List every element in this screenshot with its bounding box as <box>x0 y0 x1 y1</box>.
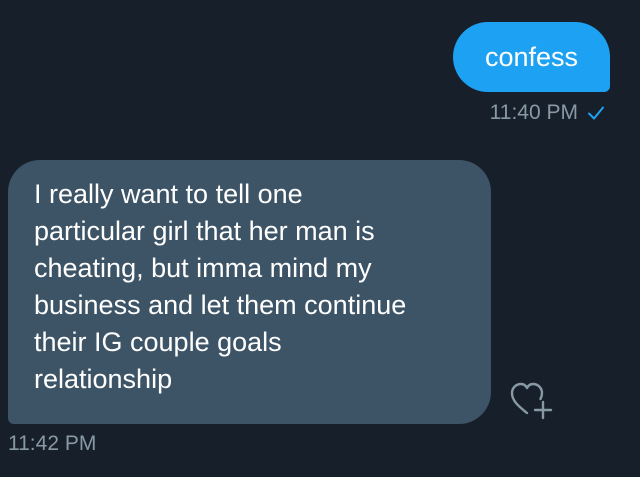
checkmark-icon <box>586 103 606 123</box>
received-message-bubble[interactable]: I really want to tell one particular gir… <box>8 160 491 424</box>
heart-plus-icon <box>507 382 557 426</box>
sent-message-text: confess <box>484 42 579 72</box>
dm-conversation: confess 11:40 PM I really want to tell o… <box>0 0 640 477</box>
like-message-button[interactable] <box>507 380 557 422</box>
received-message-text: I really want to tell one particular gir… <box>34 179 407 394</box>
sent-message-bubble[interactable]: confess <box>453 22 610 92</box>
sent-message-meta: 11:40 PM <box>490 100 606 126</box>
received-message-time: 11:42 PM <box>8 432 97 455</box>
sent-message-time: 11:40 PM <box>489 101 578 124</box>
